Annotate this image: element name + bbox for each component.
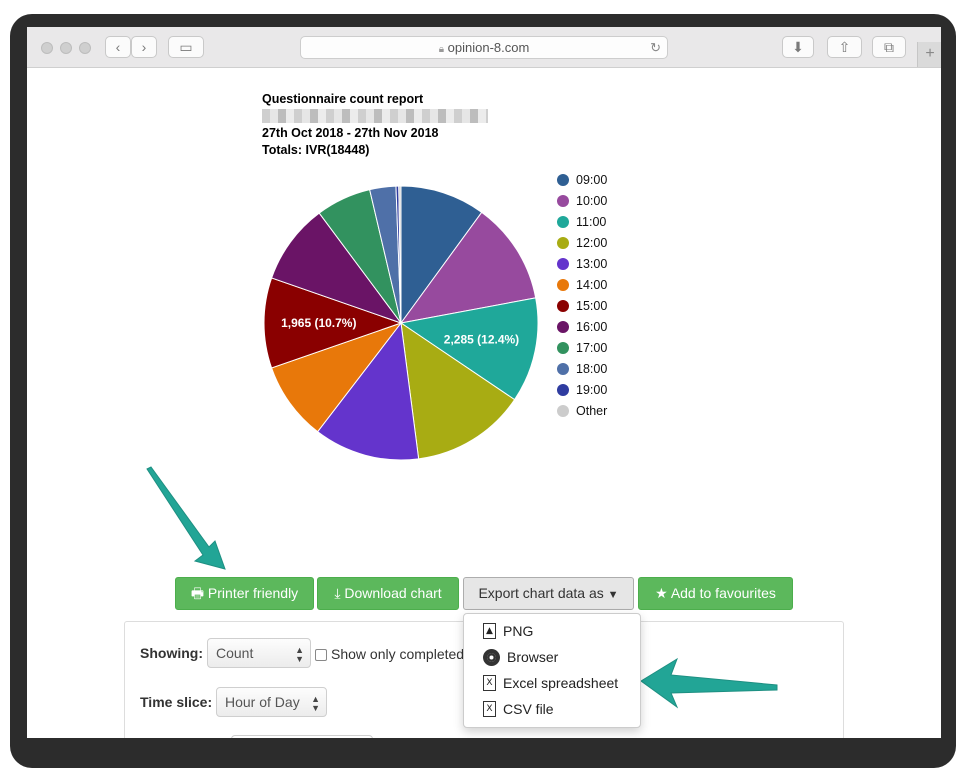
browser-window: ‹ › ▭ 🔒︎ opinion-8.com ↻ ⬇ ⇧ ⧉ + Questio… [27, 27, 941, 738]
export-chart-data-label: Export chart data as [478, 585, 604, 601]
download-chart-label: Download chart [344, 585, 442, 601]
legend-label: 14:00 [576, 277, 608, 292]
new-tab-icon[interactable]: + [917, 42, 941, 67]
export-excel-option[interactable]: X Excel spreadsheet [483, 671, 618, 695]
image-file-icon: ▲ [483, 623, 496, 639]
time-slice-label: Time slice: [140, 694, 213, 710]
legend-label: 16:00 [576, 319, 608, 334]
legend-item-other[interactable]: Other [557, 400, 607, 421]
legend-item-1600[interactable]: 16:00 [557, 316, 607, 337]
legend-swatch [557, 362, 569, 375]
chevron-down-icon: ▼ [607, 589, 619, 601]
legend-label: 19:00 [576, 382, 608, 397]
legend-swatch [557, 320, 569, 333]
export-chart-data-button[interactable]: Export chart data as ▼ [463, 577, 634, 610]
report-title: Questionnaire count report [262, 92, 424, 106]
legend-item-1400[interactable]: 14:00 [557, 274, 607, 295]
slice-label-1100: 2,285 (12.4%) [444, 333, 519, 347]
excel-file-icon: X [483, 675, 496, 691]
printer-icon: 🖶︎ [190, 585, 205, 601]
third-select[interactable] [231, 735, 373, 738]
url-text: opinion-8.com [447, 40, 530, 55]
star-icon: ★ [655, 585, 668, 601]
legend-label: 15:00 [576, 298, 608, 313]
legend-swatch [557, 341, 569, 354]
report-date-range: 27th Oct 2018 - 27th Nov 2018 [262, 126, 439, 140]
export-csv-option[interactable]: X CSV file [483, 697, 554, 721]
sidebar-icon[interactable]: ▭ [168, 36, 204, 58]
legend-label: 11:00 [576, 214, 607, 229]
time-slice-select-value: Hour of Day [225, 694, 300, 710]
legend-item-1200[interactable]: 12:00 [557, 232, 607, 253]
address-bar[interactable]: 🔒︎ opinion-8.com ↻ [300, 36, 668, 59]
legend-swatch [557, 278, 569, 291]
legend-swatch [557, 215, 569, 228]
showing-select-value: Count [216, 645, 254, 661]
csv-file-icon: X [483, 701, 496, 717]
legend-swatch [557, 383, 569, 396]
close-window-button[interactable] [41, 42, 53, 54]
add-to-favourites-label: Add to favourites [670, 585, 776, 601]
printer-friendly-button[interactable]: 🖶︎ Printer friendly [175, 577, 314, 610]
share-icon[interactable]: ⇧ [827, 36, 862, 58]
legend-label: 18:00 [576, 361, 608, 376]
download-icon[interactable]: ⬇ [782, 36, 814, 58]
export-browser-label: Browser [507, 649, 559, 665]
export-png-label: PNG [503, 623, 534, 639]
download-chart-button[interactable]: ⤓ Download chart [317, 577, 459, 610]
reload-icon[interactable]: ↻ [650, 37, 661, 58]
annotation-arrow-printer [146, 466, 226, 570]
legend-label: 13:00 [576, 256, 608, 271]
select-arrows-icon: ▲ ▼ [311, 694, 320, 713]
back-icon[interactable]: ‹ [105, 36, 131, 58]
legend-label: 09:00 [576, 172, 608, 187]
time-slice-select[interactable]: Hour of Day ▲ ▼ [216, 687, 327, 717]
export-excel-label: Excel spreadsheet [503, 675, 619, 691]
browser-toolbar: ‹ › ▭ 🔒︎ opinion-8.com ↻ ⬇ ⇧ ⧉ + [27, 27, 941, 68]
legend-label: Other [576, 403, 608, 418]
showing-label: Showing: [140, 645, 203, 661]
legend-item-1000[interactable]: 10:00 [557, 190, 607, 211]
legend-label: 12:00 [576, 235, 608, 250]
zoom-window-button[interactable] [79, 42, 91, 54]
minimize-window-button[interactable] [60, 42, 72, 54]
legend-swatch [557, 257, 569, 270]
pie-chart: 2,285 (12.4%) 1,965 (10.7%) [263, 185, 539, 461]
report-totals: Totals: IVR(18448) [262, 143, 370, 157]
legend-label: 17:00 [576, 340, 608, 355]
legend-item-1900[interactable]: 19:00 [557, 379, 607, 400]
show-completed-checkbox[interactable] [315, 649, 327, 661]
legend-swatch [557, 236, 569, 249]
legend-item-1800[interactable]: 18:00 [557, 358, 607, 379]
chrome-icon [483, 648, 500, 666]
export-csv-label: CSV file [503, 701, 554, 717]
legend-item-1100[interactable]: 11:00 [557, 211, 607, 232]
export-menu: ▲ PNG Browser X Excel spreadsheet X CSV … [463, 613, 641, 728]
legend-item-1700[interactable]: 17:00 [557, 337, 607, 358]
chart-legend: 09:00 10:00 11:00 12:00 13:00 14:00 15:00 16:00… [557, 169, 607, 421]
select-arrows-icon: ▲ ▼ [295, 645, 304, 664]
slice-label-1500: 1,965 (10.7%) [281, 316, 356, 330]
legend-swatch [557, 404, 569, 417]
export-browser-option[interactable]: Browser [483, 645, 558, 669]
legend-swatch [557, 299, 569, 312]
legend-item-0900[interactable]: 09:00 [557, 169, 607, 190]
legend-item-1500[interactable]: 15:00 [557, 295, 607, 316]
add-to-favourites-button[interactable]: ★ Add to favourites [638, 577, 793, 610]
show-completed-label: Show only completed [331, 646, 465, 662]
export-png-option[interactable]: ▲ PNG [483, 619, 533, 643]
legend-label: 10:00 [576, 193, 608, 208]
download-icon: ⤓ [334, 585, 341, 601]
tabs-icon[interactable]: ⧉ [872, 36, 906, 58]
redacted-name [262, 109, 488, 123]
printer-friendly-label: Printer friendly [207, 585, 299, 601]
lock-icon: 🔒︎ [438, 44, 445, 55]
legend-swatch [557, 173, 569, 186]
showing-select[interactable]: Count ▲ ▼ [207, 638, 311, 668]
legend-item-1300[interactable]: 13:00 [557, 253, 607, 274]
forward-icon[interactable]: › [131, 36, 157, 58]
legend-swatch [557, 194, 569, 207]
report-header: Questionnaire count report 27th Oct 2018… [262, 91, 488, 159]
